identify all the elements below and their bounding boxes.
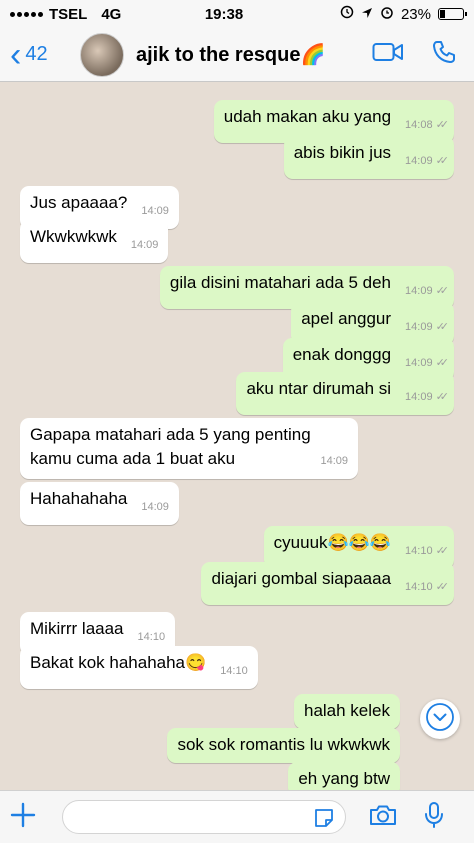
- signal-strength-icon: [10, 11, 43, 17]
- message-time: 14:10 ✓✓: [405, 545, 450, 557]
- message-bubble-outgoing[interactable]: halah kelek: [293, 694, 400, 729]
- unread-count: 42: [25, 43, 48, 65]
- message-text: eh yang btw: [298, 769, 390, 788]
- read-ticks-icon: ✓✓: [435, 321, 450, 333]
- message-text: abis bikin jus: [293, 143, 392, 162]
- read-ticks-icon: ✓✓: [435, 357, 450, 369]
- status-right: 23%: [294, 5, 467, 23]
- phone-icon[interactable]: [432, 40, 456, 69]
- scroll-to-bottom-button[interactable]: [420, 699, 460, 739]
- message-text: Jus apaaaa?: [30, 193, 128, 212]
- clock: 19:38: [204, 5, 244, 23]
- composer-actions: [368, 801, 444, 834]
- message-bubble-outgoing[interactable]: sok sok romantis lu wkwkwk: [167, 728, 400, 763]
- back-button[interactable]: ‹ 42: [0, 38, 80, 72]
- camera-icon[interactable]: [368, 803, 398, 832]
- read-ticks-icon: ✓✓: [435, 119, 450, 131]
- message-time: 14:10 ✓✓: [405, 581, 450, 593]
- message-bubble-outgoing[interactable]: abis bikin jus 14:09 ✓✓: [283, 136, 454, 179]
- message-bubble-outgoing[interactable]: eh yang btw: [288, 762, 400, 790]
- message-bubble-incoming[interactable]: Hahahahaha 14:09: [20, 482, 179, 525]
- message-text: Mikirrr laaaa: [30, 619, 124, 638]
- message-bubble-incoming[interactable]: Bakat kok hahahaha😋 14:10: [20, 646, 258, 689]
- message-bubble-outgoing[interactable]: diajari gombal siapaaaa 14:10 ✓✓: [201, 562, 454, 605]
- chat-header: ‹ 42 ajik to the resque🌈: [0, 28, 474, 82]
- plus-icon[interactable]: [10, 800, 50, 834]
- message-text: Gapapa matahari ada 5 yang penting kamu …: [30, 425, 311, 468]
- message-time: 14:09 ✓✓: [405, 285, 450, 297]
- video-call-icon[interactable]: [372, 41, 404, 68]
- message-text: halah kelek: [303, 701, 390, 720]
- battery-icon: [438, 8, 467, 20]
- message-text: gila disini matahari ada 5 deh: [169, 273, 392, 292]
- microphone-icon[interactable]: [424, 801, 444, 834]
- avatar[interactable]: [80, 32, 124, 77]
- battery-percent: 23%: [400, 5, 431, 23]
- message-time: 14:09 ✓✓: [405, 391, 450, 403]
- message-text: apel anggur: [301, 309, 392, 328]
- status-bar: TSEL 4G 19:38 23%: [0, 0, 474, 28]
- message-time: 14:09: [130, 239, 159, 251]
- message-time: 14:09: [320, 455, 348, 467]
- message-text: Hahahahaha: [30, 489, 128, 508]
- message-text: sok sok romantis lu wkwkwk: [177, 735, 390, 754]
- message-text: aku ntar dirumah si: [246, 379, 392, 398]
- carrier-label: TSEL: [49, 5, 88, 23]
- alarm-icon: [380, 5, 394, 23]
- read-ticks-icon: ✓✓: [435, 581, 450, 593]
- message-input[interactable]: [62, 800, 346, 834]
- composer-bar: [0, 790, 474, 843]
- message-time: 14:08 ✓✓: [405, 119, 450, 131]
- network-label: 4G: [101, 5, 122, 23]
- read-ticks-icon: ✓✓: [435, 285, 450, 297]
- message-time: 14:09 ✓✓: [405, 155, 450, 167]
- chevron-left-icon: ‹: [10, 35, 22, 74]
- read-ticks-icon: ✓✓: [435, 155, 450, 167]
- read-ticks-icon: ✓✓: [435, 545, 450, 557]
- contact-name[interactable]: ajik to the resque🌈: [136, 42, 372, 67]
- status-left: TSEL 4G: [10, 6, 180, 23]
- message-text: udah makan aku yang: [223, 107, 392, 126]
- chevron-down-icon: [425, 702, 455, 737]
- message-time: 14:09: [141, 501, 169, 513]
- sticker-icon[interactable]: [313, 807, 335, 834]
- message-list[interactable]: udah makan aku yang 14:08 ✓✓ abis bikin ju…: [0, 82, 474, 790]
- read-ticks-icon: ✓✓: [435, 391, 450, 403]
- location-icon: [361, 6, 373, 23]
- message-text: diajari gombal siapaaaa: [211, 569, 392, 588]
- message-bubble-outgoing[interactable]: aku ntar dirumah si 14:09 ✓✓: [236, 372, 454, 415]
- message-text: cyuuuk😂😂😂: [273, 533, 392, 552]
- message-bubble-incoming[interactable]: Gapapa matahari ada 5 yang penting kamu …: [20, 418, 358, 479]
- message-bubble-incoming[interactable]: Wkwkwkwk 14:09: [20, 220, 169, 263]
- message-time: 14:10: [220, 665, 248, 677]
- screen-lock-icon: [340, 5, 354, 23]
- message-time: 14:09 ✓✓: [405, 321, 450, 333]
- message-text: Wkwkwkwk: [30, 227, 117, 246]
- message-text: Bakat kok hahahaha😋: [30, 653, 207, 672]
- message-text: enak donggg: [292, 345, 392, 364]
- call-actions: [372, 40, 474, 69]
